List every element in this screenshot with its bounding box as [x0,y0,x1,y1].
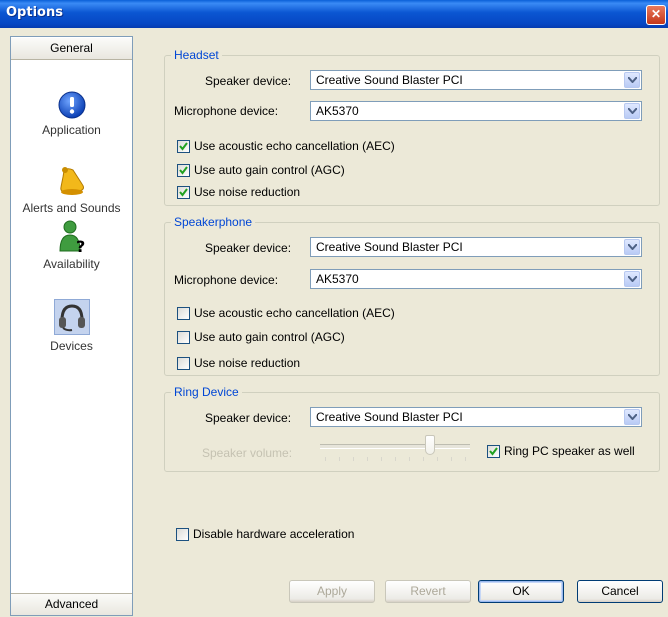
sidebar-item-availability[interactable]: ? Availability [11,219,132,271]
speaker-device-label: Speaker device: [205,74,292,88]
slider-tick [451,457,452,461]
sidebar-item-label: Application [42,123,101,137]
window-title: Options [6,5,63,20]
microphone-device-label: Microphone device: [174,273,279,287]
selected-highlight [53,299,90,335]
revert-button[interactable]: Revert [385,580,471,603]
speakerphone-aec-checkbox[interactable]: Use acoustic echo cancellation (AEC) [177,306,395,320]
slider-tick [465,457,466,461]
headset-group: Headset Speaker device: Creative Sound B… [164,48,660,206]
title-bar[interactable]: Options ✕ [0,0,668,28]
ring-speaker-select[interactable]: Creative Sound Blaster PCI [310,407,642,427]
checkbox-label: Ring PC speaker as well [504,444,635,458]
checkbox-label: Use noise reduction [194,185,301,199]
bell-icon [59,167,84,195]
sidebar-item-label: Devices [50,339,93,353]
slider-thumb[interactable] [425,435,435,455]
options-window: Options ✕ General Application Alerts and… [0,0,668,617]
chevron-down-icon[interactable] [624,271,640,287]
microphone-device-label: Microphone device: [174,104,279,118]
slider-track [320,444,470,449]
chevron-down-icon[interactable] [624,409,640,425]
speakerphone-microphone-select[interactable]: AK5370 [310,269,642,289]
apply-button[interactable]: Apply [289,580,375,603]
speaker-device-label: Speaker device: [205,241,292,255]
checkbox-box[interactable] [177,185,190,199]
ring-pc-speaker-checkbox[interactable]: Ring PC speaker as well [487,444,635,458]
slider-tick [353,457,354,461]
svg-text:?: ? [76,237,85,253]
checkbox-box[interactable] [176,527,189,541]
headset-icon [58,304,85,332]
close-icon: ✕ [650,7,662,21]
user-question-icon: ? [58,220,85,253]
checkbox-label: Use acoustic echo cancellation (AEC) [194,306,395,320]
checkbox-label: Use auto gain control (AGC) [194,330,345,344]
headset-noise-checkbox[interactable]: Use noise reduction [177,185,300,199]
sidebar-item-application[interactable]: Application [11,91,132,137]
sidebar-item-label: Alerts and Sounds [22,201,121,215]
sidebar-item-label: Availability [43,257,100,271]
cancel-button[interactable]: Cancel [577,580,663,603]
checkbox-box[interactable] [487,444,500,458]
slider-tick [381,457,382,461]
headset-speaker-select[interactable]: Creative Sound Blaster PCI [310,70,642,90]
select-value: AK5370 [316,104,359,118]
close-button[interactable]: ✕ [646,5,666,25]
checkbox-label: Disable hardware acceleration [193,527,355,541]
ok-button[interactable]: OK [478,580,564,603]
checkbox-box[interactable] [177,330,190,344]
group-title: Speakerphone [171,215,256,229]
chevron-down-icon[interactable] [624,103,640,119]
group-title: Ring Device [171,385,242,399]
info-icon [58,91,85,119]
headset-microphone-select[interactable]: AK5370 [310,101,642,121]
chevron-down-icon[interactable] [624,72,640,88]
ring-device-group: Ring Device Speaker device: Creative Sou… [164,385,660,472]
disable-hw-accel-checkbox[interactable]: Disable hardware acceleration [176,527,354,541]
checkbox-box[interactable] [177,306,190,320]
speakerphone-agc-checkbox[interactable]: Use auto gain control (AGC) [177,330,345,344]
slider-tick [325,457,326,461]
slider-tick [409,457,410,461]
select-value: AK5370 [316,272,359,286]
select-value: Creative Sound Blaster PCI [316,73,463,87]
sidebar-item-alerts[interactable]: Alerts and Sounds [11,165,132,215]
checkbox-label: Use noise reduction [194,356,301,370]
speaker-volume-slider[interactable] [320,435,470,465]
select-value: Creative Sound Blaster PCI [316,240,463,254]
checkbox-box[interactable] [177,356,190,370]
speakerphone-group: Speakerphone Speaker device: Creative So… [164,215,660,376]
speaker-volume-label: Speaker volume: [202,446,293,460]
slider-tick [437,457,438,461]
sidebar: General Application Alerts and Sounds ? … [10,36,133,616]
chevron-down-icon[interactable] [624,239,640,255]
general-button[interactable]: General [11,37,132,60]
slider-tick [339,457,340,461]
slider-tick [395,457,396,461]
headset-aec-checkbox[interactable]: Use acoustic echo cancellation (AEC) [177,139,395,153]
checkbox-label: Use acoustic echo cancellation (AEC) [194,139,395,153]
checkbox-box[interactable] [177,163,190,177]
speakerphone-noise-checkbox[interactable]: Use noise reduction [177,356,300,370]
headset-agc-checkbox[interactable]: Use auto gain control (AGC) [177,163,345,177]
select-value: Creative Sound Blaster PCI [316,410,463,424]
advanced-button[interactable]: Advanced [11,593,132,615]
sidebar-item-devices[interactable]: Devices [11,299,132,353]
checkbox-label: Use auto gain control (AGC) [194,163,345,177]
slider-tick [423,457,424,461]
speakerphone-speaker-select[interactable]: Creative Sound Blaster PCI [310,237,642,257]
checkbox-box[interactable] [177,139,190,153]
slider-tick [367,457,368,461]
group-title: Headset [171,48,222,62]
speaker-device-label: Speaker device: [205,411,292,425]
